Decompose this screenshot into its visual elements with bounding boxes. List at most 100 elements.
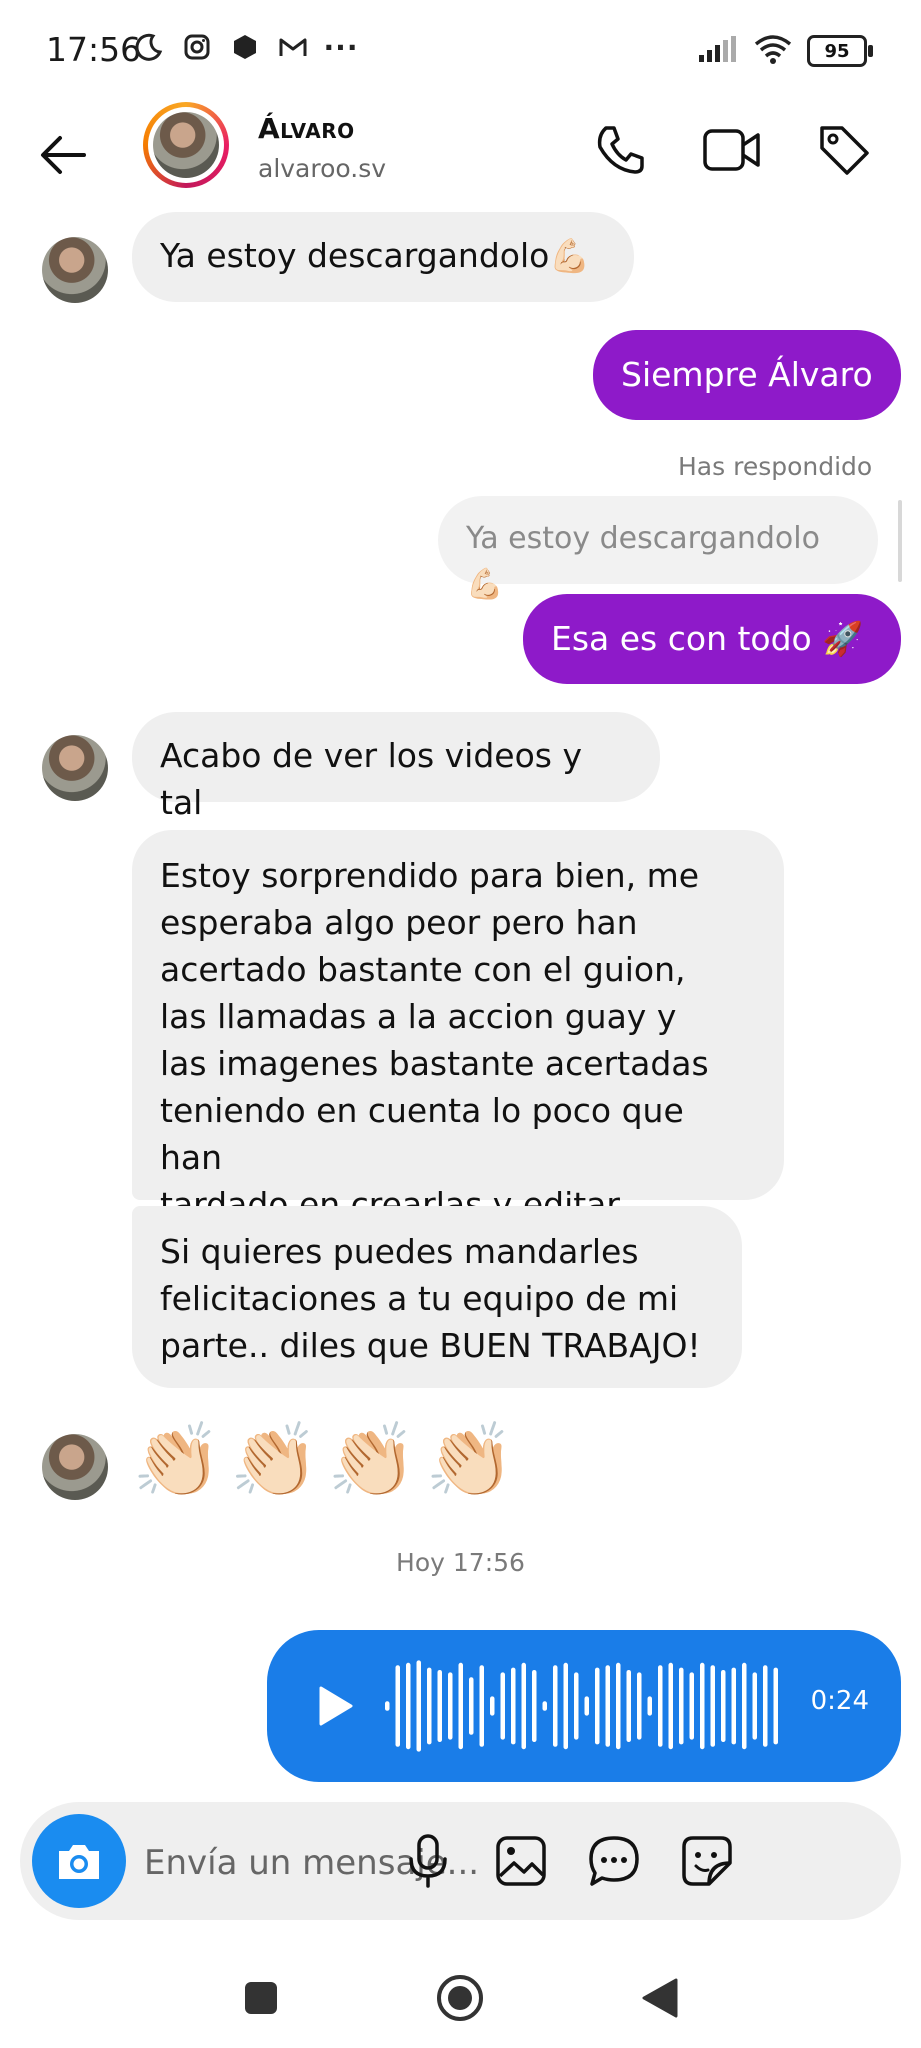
triangle-back-icon bbox=[642, 1978, 678, 2018]
message-bubble-incoming[interactable]: Acabo de ver los videos y tal bbox=[132, 712, 660, 822]
waveform-bar bbox=[595, 1667, 600, 1745]
recents-button[interactable] bbox=[233, 1970, 289, 2026]
waveform-bar bbox=[626, 1670, 631, 1742]
square-icon bbox=[245, 1982, 277, 2014]
waveform-bar bbox=[563, 1662, 568, 1750]
contact-avatar[interactable] bbox=[143, 102, 229, 188]
message-line: esperaba algo peor pero han bbox=[160, 903, 638, 942]
system-navigation-bar bbox=[0, 1940, 921, 2048]
waveform-bar bbox=[490, 1696, 495, 1716]
sender-avatar[interactable] bbox=[42, 237, 108, 303]
message-input[interactable] bbox=[142, 1838, 526, 1888]
waveform-bar bbox=[521, 1662, 526, 1750]
waveform-bar bbox=[742, 1662, 747, 1750]
sticker-icon bbox=[682, 1836, 732, 1886]
waveform-bar bbox=[448, 1672, 453, 1740]
waveform-bar bbox=[511, 1667, 516, 1745]
message-bubble-incoming[interactable]: Estoy sorprendido para bien, me esperaba… bbox=[132, 830, 784, 1224]
waveform-bar bbox=[647, 1696, 652, 1716]
status-time: 17:56 bbox=[46, 30, 142, 69]
waveform-bar bbox=[584, 1696, 589, 1716]
signal-icon bbox=[697, 35, 739, 67]
message-line: las imagenes bastante acertadas bbox=[160, 1044, 709, 1083]
emoji-message[interactable]: 👏🏻 👏🏻 👏🏻 👏🏻 bbox=[132, 1415, 515, 1505]
status-system-icons: 95 bbox=[697, 34, 873, 68]
video-call-button[interactable] bbox=[700, 118, 764, 182]
waveform-bar bbox=[689, 1672, 694, 1740]
message-bubble-incoming[interactable]: Si quieres puedes mandarles felicitacion… bbox=[132, 1206, 742, 1388]
waveform-bar bbox=[427, 1667, 432, 1745]
sender-avatar[interactable] bbox=[42, 1434, 108, 1500]
clapping-hands-emoji: 👏🏻 bbox=[327, 1418, 417, 1502]
camera-icon bbox=[59, 1845, 99, 1879]
status-bar: 17:56 ··· 95 bbox=[0, 0, 921, 100]
waveform-bar bbox=[668, 1662, 673, 1750]
waveform-bar bbox=[500, 1672, 505, 1740]
waveform-bar bbox=[773, 1667, 778, 1745]
gallery-button[interactable] bbox=[489, 1829, 553, 1893]
clapping-hands-emoji: 👏🏻 bbox=[229, 1418, 320, 1502]
waveform-bar bbox=[458, 1662, 463, 1750]
chat-icon bbox=[589, 1836, 639, 1886]
waveform-bar bbox=[395, 1665, 400, 1747]
waveform-bar bbox=[542, 1701, 547, 1711]
message-bubble-outgoing[interactable]: Siempre Álvaro bbox=[593, 330, 901, 420]
more-notifications-icon: ··· bbox=[323, 30, 359, 64]
waveform-bar bbox=[553, 1665, 558, 1747]
microphone-icon bbox=[409, 1834, 447, 1888]
moon-icon bbox=[132, 30, 166, 64]
back-arrow-icon bbox=[41, 136, 86, 174]
message-composer bbox=[20, 1802, 901, 1920]
video-icon bbox=[703, 129, 760, 171]
waveform-bar bbox=[416, 1660, 421, 1752]
waveform-bar bbox=[679, 1667, 684, 1745]
chat-options-button[interactable] bbox=[582, 1829, 646, 1893]
waveform-bar bbox=[731, 1667, 736, 1745]
contact-username[interactable]: alvaroo.sv bbox=[258, 154, 386, 183]
home-button[interactable] bbox=[432, 1970, 488, 2026]
tag-icon bbox=[820, 126, 869, 175]
message-line: Estoy sorprendido para bien, me bbox=[160, 856, 700, 895]
battery-indicator: 95 bbox=[807, 35, 873, 67]
message-line: acertado bastante con el guion, bbox=[160, 950, 686, 989]
waveform-bar bbox=[658, 1665, 663, 1747]
message-line: felicitaciones a tu equipo de mi bbox=[160, 1279, 679, 1318]
call-button[interactable] bbox=[588, 118, 652, 182]
waveform-bar bbox=[385, 1701, 390, 1711]
play-icon bbox=[319, 1686, 353, 1726]
sticker-button[interactable] bbox=[675, 1829, 739, 1893]
gallery-icon bbox=[496, 1836, 546, 1886]
clapping-hands-emoji: 👏🏻 bbox=[132, 1418, 222, 1502]
waveform-bar bbox=[574, 1672, 579, 1740]
play-button[interactable] bbox=[303, 1676, 363, 1736]
reply-label: Has respondido bbox=[678, 452, 873, 481]
waveform-bar bbox=[437, 1670, 442, 1742]
waveform-bar bbox=[710, 1665, 715, 1747]
message-line: teniendo en cuenta lo poco que han bbox=[160, 1091, 684, 1177]
clapping-hands-emoji: 👏🏻 bbox=[424, 1418, 515, 1502]
chat-header: Álvaro alvaroo.sv bbox=[0, 100, 921, 210]
instagram-icon bbox=[180, 30, 214, 64]
microphone-button[interactable] bbox=[396, 1829, 460, 1893]
message-line: las llamadas a la accion guay y bbox=[160, 997, 677, 1036]
contact-name[interactable]: Álvaro bbox=[258, 112, 355, 145]
camera-button[interactable] bbox=[32, 1814, 126, 1908]
waveform-bar bbox=[616, 1662, 621, 1750]
wifi-icon bbox=[753, 34, 793, 68]
message-bubble-incoming[interactable]: Ya estoy descargandolo💪🏻 bbox=[132, 212, 634, 302]
back-button[interactable] bbox=[34, 125, 94, 185]
voice-message[interactable]: 0:24 bbox=[267, 1630, 901, 1782]
status-notification-icons: ··· bbox=[132, 30, 358, 64]
message-line: parte.. diles que BUEN TRABAJO! bbox=[160, 1326, 701, 1365]
waveform-bar bbox=[479, 1665, 484, 1747]
message-bubble-outgoing[interactable]: Esa es con todo 🚀 bbox=[523, 594, 901, 684]
reply-indicator-bar bbox=[898, 500, 902, 582]
tag-button[interactable] bbox=[812, 118, 876, 182]
back-nav-button[interactable] bbox=[632, 1970, 688, 2026]
waveform-bar bbox=[406, 1662, 411, 1750]
home-circle-icon bbox=[437, 1975, 483, 2021]
waveform-bar bbox=[605, 1665, 610, 1747]
replied-message-preview[interactable]: Ya estoy descargandolo💪🏻 bbox=[438, 496, 878, 602]
sender-avatar[interactable] bbox=[42, 735, 108, 801]
waveform-bar bbox=[532, 1670, 537, 1742]
